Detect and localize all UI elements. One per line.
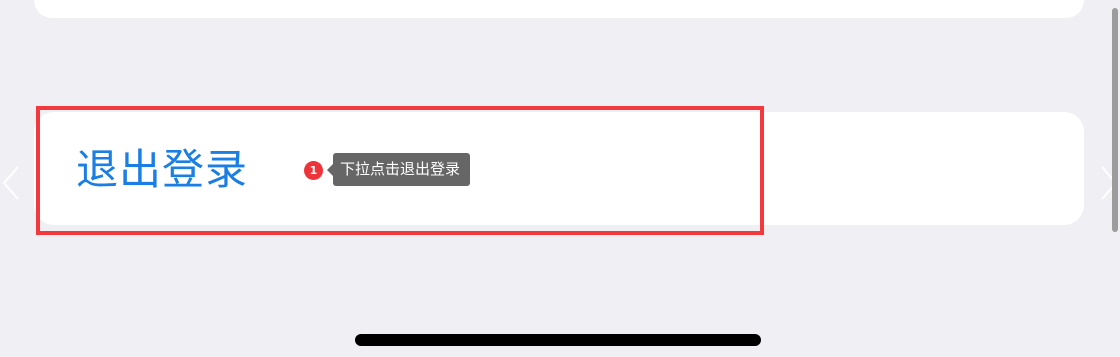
home-indicator[interactable] bbox=[355, 334, 761, 346]
settings-card bbox=[34, 0, 1084, 18]
chevron-left-icon[interactable] bbox=[0, 163, 20, 203]
logout-button[interactable]: 退出登录 bbox=[76, 141, 248, 199]
annotation-tooltip: 下拉点击退出登录 bbox=[326, 153, 471, 186]
settings-screen: 退出登录 1 下拉点击退出登录 bbox=[0, 0, 1120, 357]
scrollbar[interactable] bbox=[1112, 8, 1118, 232]
step-badge: 1 bbox=[304, 161, 323, 180]
